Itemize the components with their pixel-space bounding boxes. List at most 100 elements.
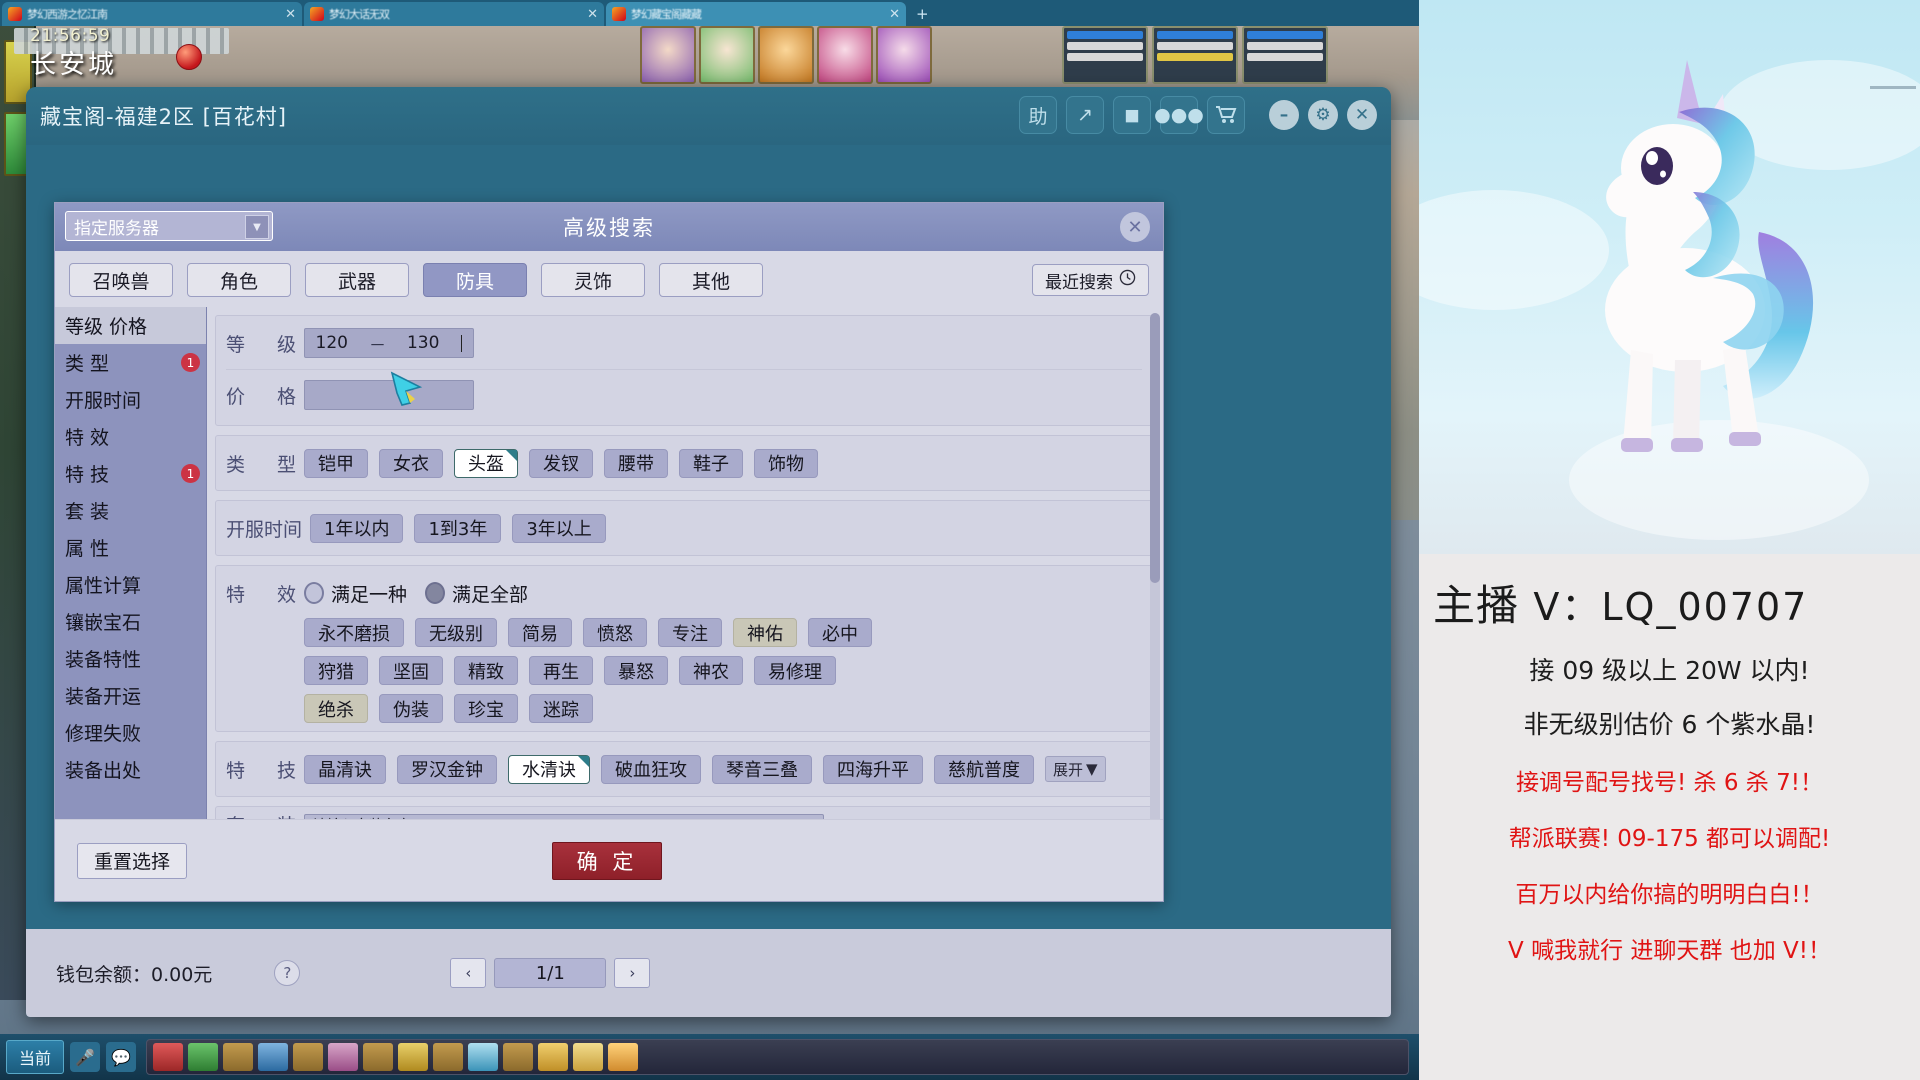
type-option-hairpin[interactable]: 发钗	[529, 448, 593, 478]
taskbar-item[interactable]	[608, 1043, 638, 1071]
server-age-option-1-to-3y[interactable]: 1到3年	[414, 513, 502, 543]
taskbar-item[interactable]	[188, 1043, 218, 1071]
effect-option-no-level[interactable]: 无级别	[415, 618, 497, 647]
taskbar-item[interactable]	[398, 1043, 428, 1071]
tab-spirit-ornament[interactable]: 灵饰	[541, 263, 645, 297]
sidebar-item-type[interactable]: 类 型 1	[55, 344, 206, 381]
taskbar-item[interactable]	[538, 1043, 568, 1071]
sidebar-item-inlaid-gems[interactable]: 镶嵌宝石	[55, 603, 206, 640]
match-any-radio[interactable]: 满足一种	[304, 580, 407, 607]
effect-option-sturdy[interactable]: 坚固	[379, 656, 443, 685]
sidebar-item-repair-failed[interactable]: 修理失败	[55, 714, 206, 751]
effect-option-regeneration[interactable]: 再生	[529, 656, 593, 685]
confirm-button[interactable]: 确 定	[552, 842, 662, 880]
radio-icon[interactable]	[425, 582, 446, 604]
sidebar-item-attribute-calc[interactable]: 属性计算	[55, 566, 206, 603]
tab-weapon[interactable]: 武器	[305, 263, 409, 297]
avatar[interactable]	[758, 26, 814, 84]
avatar[interactable]	[876, 26, 932, 84]
server-select[interactable]: 指定服务器 ▼	[65, 211, 273, 241]
taskbar-item[interactable]	[573, 1043, 603, 1071]
effect-option-never-wear[interactable]: 永不磨损	[304, 618, 404, 647]
help-button[interactable]: 助	[1019, 96, 1057, 134]
scrollbar[interactable]	[1150, 313, 1160, 859]
avatar[interactable]	[640, 26, 696, 84]
taskbar-item[interactable]	[503, 1043, 533, 1071]
server-age-option-within-1y[interactable]: 1年以内	[310, 513, 404, 543]
prev-page-button[interactable]: ‹	[450, 958, 487, 988]
taskbar-item[interactable]	[468, 1043, 498, 1071]
browser-tab-active[interactable]: 梦幻藏宝阁藏藏 ✕	[606, 2, 906, 26]
effect-option-deathblow[interactable]: 绝杀	[304, 694, 368, 723]
match-all-radio[interactable]: 满足全部	[425, 580, 528, 607]
chat-bubble-icon[interactable]: 💬	[106, 1042, 136, 1072]
help-icon[interactable]: ?	[274, 960, 301, 986]
advanced-search-close-button[interactable]: ✕	[1120, 212, 1150, 242]
server-age-option-over-3y[interactable]: 3年以上	[512, 513, 606, 543]
close-icon[interactable]: ✕	[285, 7, 296, 22]
chevron-down-icon[interactable]: ▼	[245, 215, 269, 239]
sidebar-item-server-age[interactable]: 开服时间	[55, 381, 206, 418]
skill-option-cihangpudu[interactable]: 慈航普度	[934, 754, 1034, 784]
next-page-button[interactable]: ›	[614, 958, 651, 988]
scrollbar-thumb[interactable]	[1150, 313, 1160, 583]
share-icon[interactable]: ↗	[1066, 96, 1104, 134]
expand-button[interactable]: 展开 ▼	[1045, 756, 1106, 782]
settings-gear-icon[interactable]: ⚙	[1308, 100, 1338, 130]
sidebar-item-equip-traits[interactable]: 装备特性	[55, 640, 206, 677]
effect-option-easy-repair[interactable]: 易修理	[754, 656, 836, 685]
minimize-button[interactable]: –	[1269, 100, 1299, 130]
avatar[interactable]	[699, 26, 755, 84]
sidebar-item-special-effect[interactable]: 特 效	[55, 418, 206, 455]
type-option-helmet[interactable]: 头盔	[454, 448, 518, 478]
tab-armor[interactable]: 防具	[423, 263, 527, 297]
reset-button[interactable]: 重置选择	[77, 842, 188, 879]
taskbar-item[interactable]	[328, 1043, 358, 1071]
taskbar-item[interactable]	[293, 1043, 323, 1071]
type-option-female-robe[interactable]: 女衣	[379, 448, 443, 478]
sidebar-item-level-price[interactable]: 等级 价格	[55, 307, 206, 344]
skill-option-jingqingjue[interactable]: 晶清诀	[304, 754, 386, 784]
microphone-icon[interactable]: 🎤	[70, 1042, 100, 1072]
recent-search-button[interactable]: 最近搜索	[1032, 264, 1149, 296]
skill-option-shuiqingjue[interactable]: 水清诀	[508, 754, 590, 784]
taskbar-item[interactable]	[433, 1043, 463, 1071]
skill-option-sihaishengping[interactable]: 四海升平	[823, 754, 923, 784]
sidebar-item-equip-source[interactable]: 装备出处	[55, 751, 206, 788]
taskbar-item[interactable]	[153, 1043, 183, 1071]
record-icon[interactable]: ◼	[1113, 96, 1151, 134]
sidebar-item-attributes[interactable]: 属 性	[55, 529, 206, 566]
effect-option-sure-hit[interactable]: 必中	[808, 618, 872, 647]
type-option-armor[interactable]: 铠甲	[304, 448, 368, 478]
tab-summon-pet[interactable]: 召唤兽	[69, 263, 173, 297]
start-button[interactable]: 当前	[6, 1040, 64, 1074]
sidebar-item-special-skill[interactable]: 特 技 1	[55, 455, 206, 492]
avatar[interactable]	[817, 26, 873, 84]
effect-option-trace[interactable]: 迷踪	[529, 694, 593, 723]
effect-option-simple[interactable]: 简易	[508, 618, 572, 647]
level-range-input[interactable]: 120 － 130	[304, 328, 474, 358]
radio-icon[interactable]	[304, 582, 324, 604]
tab-character[interactable]: 角色	[187, 263, 291, 297]
taskbar-item[interactable]	[258, 1043, 288, 1071]
sidebar-item-equip-fortune[interactable]: 装备开运	[55, 677, 206, 714]
chat-icon[interactable]: ●●●	[1154, 96, 1204, 134]
sidebar-item-suit[interactable]: 套 装	[55, 492, 206, 529]
close-button[interactable]: ✕	[1347, 100, 1377, 130]
new-tab-button[interactable]: +	[908, 2, 937, 26]
taskbar-item[interactable]	[363, 1043, 393, 1071]
skill-option-qinyinsandie[interactable]: 琴音三叠	[712, 754, 812, 784]
type-option-accessory[interactable]: 饰物	[754, 448, 818, 478]
browser-tab[interactable]: 梦幻西游之忆江南 ✕	[2, 2, 302, 26]
effect-option-hunting[interactable]: 狩猎	[304, 656, 368, 685]
effect-option-disguise[interactable]: 伪装	[379, 694, 443, 723]
level-min-value[interactable]: 120	[316, 333, 348, 353]
effect-option-shennong[interactable]: 神农	[679, 656, 743, 685]
close-icon[interactable]: ✕	[587, 7, 598, 22]
level-max-value[interactable]: 130	[407, 333, 439, 353]
cart-icon[interactable]	[1207, 96, 1245, 134]
skill-option-poxuekuanggong[interactable]: 破血狂攻	[601, 754, 701, 784]
effect-option-treasure[interactable]: 珍宝	[454, 694, 518, 723]
browser-tab[interactable]: 梦幻大话无双 ✕	[304, 2, 604, 26]
effect-option-divine-blessing[interactable]: 神佑	[733, 618, 797, 647]
